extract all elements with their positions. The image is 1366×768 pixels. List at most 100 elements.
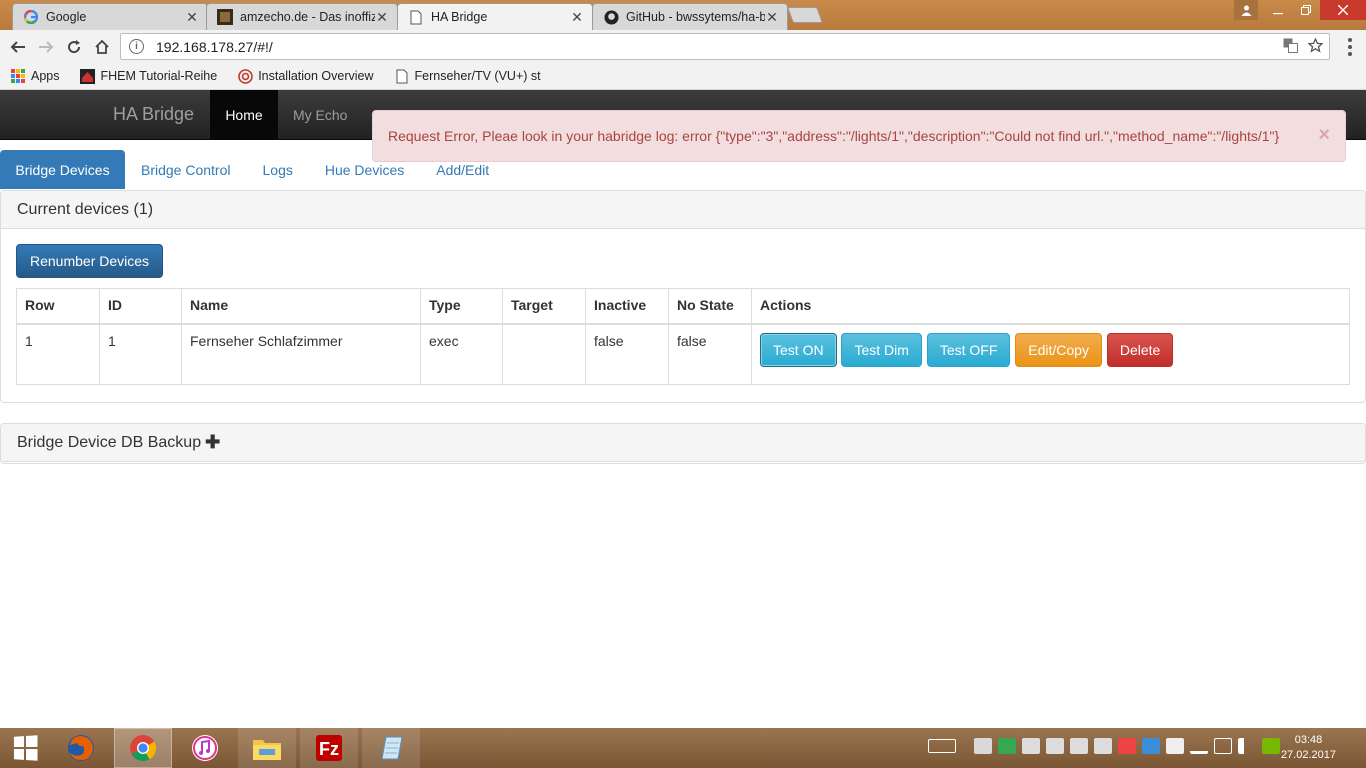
test-on-button[interactable]: Test ON — [760, 332, 837, 367]
close-icon[interactable]: ✕ — [185, 9, 199, 26]
tab-bridge-control[interactable]: Bridge Control — [125, 150, 247, 189]
close-icon[interactable]: ✕ — [765, 9, 779, 26]
brand-link[interactable]: HA Bridge — [113, 104, 194, 125]
windows-start-button[interactable] — [0, 728, 50, 768]
panel-title: Bridge Device DB Backup — [17, 433, 202, 451]
new-tab-button[interactable] — [787, 7, 823, 23]
windows-logo-icon — [13, 735, 38, 761]
alert-message: Request Error, Pleae look in your habrid… — [388, 128, 1280, 144]
forward-icon[interactable] — [32, 33, 60, 61]
test-off-button[interactable]: Test OFF — [926, 332, 1011, 367]
document-icon — [408, 9, 424, 25]
cell-row: 1 — [16, 323, 100, 385]
renumber-devices-button[interactable]: Renumber Devices — [16, 244, 164, 278]
close-icon[interactable]: ✕ — [570, 9, 584, 26]
windows-taskbar: Fz 03:48 27.02.2017 — [0, 728, 1366, 768]
minimize-icon[interactable] — [1264, 0, 1292, 20]
reload-icon[interactable] — [60, 33, 88, 61]
battery-icon[interactable] — [1214, 738, 1232, 754]
filezilla-icon[interactable]: Fz — [300, 728, 358, 768]
keyboard-icon[interactable] — [928, 739, 956, 753]
bookmark-label: FHEM Tutorial-Reihe — [100, 69, 218, 83]
info-icon[interactable]: i — [129, 39, 144, 54]
edit-copy-button[interactable]: Edit/Copy — [1015, 332, 1102, 367]
nvidia-icon[interactable] — [1262, 738, 1280, 754]
browser-tab-google[interactable]: Google ✕ — [12, 3, 208, 30]
network-share-icon[interactable] — [1094, 738, 1112, 754]
back-icon[interactable] — [4, 33, 32, 61]
chrome-icon[interactable] — [114, 728, 172, 768]
amzecho-icon — [217, 9, 233, 25]
browser-tab-ha-bridge[interactable]: HA Bridge ✕ — [397, 3, 593, 30]
column-header-target: Target — [502, 288, 586, 325]
bookmark-fernseher[interactable]: Fernseher/TV (VU+) st — [394, 68, 541, 84]
installation-icon — [237, 68, 253, 84]
address-bar[interactable]: i 192.168.178.27/#!/ — [120, 33, 1330, 60]
clock-date: 27.02.2017 — [1280, 749, 1336, 761]
user-profile-icon[interactable] — [1234, 0, 1258, 20]
fhem-icon — [80, 68, 96, 84]
network-share-icon[interactable] — [1070, 738, 1088, 754]
plus-icon[interactable]: ✚ — [205, 432, 220, 453]
test-dim-button[interactable]: Test Dim — [841, 332, 922, 367]
browser-tab-github[interactable]: GitHub - bwssytems/ha-b ✕ — [592, 3, 788, 30]
cell-inactive: false — [585, 323, 669, 385]
tab-bridge-devices[interactable]: Bridge Devices — [0, 150, 125, 189]
table-header-row: Row ID Name Type Target Inactive No Stat… — [16, 288, 1350, 325]
file-explorer-icon[interactable] — [238, 728, 296, 768]
column-header-name: Name — [181, 288, 421, 325]
document-icon — [394, 68, 410, 84]
nav-my-echo[interactable]: My Echo — [278, 90, 362, 140]
close-window-icon[interactable] — [1320, 0, 1366, 20]
browser-menu-icon[interactable] — [1342, 37, 1358, 57]
bookmark-apps[interactable]: Apps — [10, 68, 60, 84]
cell-type: exec — [420, 323, 503, 385]
bookmark-label: Fernseher/TV (VU+) st — [414, 69, 541, 83]
notepad-icon[interactable] — [362, 728, 420, 768]
clock-time: 03:48 — [1294, 734, 1323, 746]
panel-title: Current devices (1) — [1, 191, 1365, 229]
url-text: 192.168.178.27/#!/ — [156, 38, 273, 55]
delete-button[interactable]: Delete — [1106, 332, 1174, 367]
signal-icon[interactable] — [1190, 738, 1208, 754]
bookmark-installation[interactable]: Installation Overview — [237, 68, 374, 84]
restore-icon[interactable] — [1292, 0, 1320, 20]
db-backup-toggle[interactable]: Bridge Device DB Backup ✚ — [1, 424, 1365, 462]
flag-icon[interactable] — [1118, 738, 1136, 754]
alert-close-button[interactable]: × — [1318, 124, 1330, 147]
firefox-icon[interactable] — [52, 728, 110, 768]
home-icon[interactable] — [88, 33, 116, 61]
onedrive-icon[interactable] — [974, 738, 992, 754]
bookmark-fhem[interactable]: FHEM Tutorial-Reihe — [80, 68, 218, 84]
translate-icon[interactable] — [1283, 38, 1298, 57]
volume-icon[interactable] — [1238, 738, 1256, 754]
apps-grid-icon — [10, 68, 26, 84]
network-share-icon[interactable] — [1046, 738, 1064, 754]
browser-toolbar: i 192.168.178.27/#!/ — [0, 30, 1366, 63]
browser-tab-title: Google — [46, 10, 87, 24]
devices-table: Row ID Name Type Target Inactive No Stat… — [16, 288, 1350, 385]
usb-icon[interactable] — [1166, 738, 1184, 754]
taskbar-clock[interactable]: 03:48 27.02.2017 — [1281, 733, 1336, 763]
cell-id: 1 — [99, 323, 182, 385]
db-backup-panel: Bridge Device DB Backup ✚ — [0, 423, 1366, 464]
sync-icon[interactable] — [998, 738, 1016, 754]
itunes-icon[interactable] — [176, 728, 234, 768]
error-alert: Request Error, Pleae look in your habrid… — [372, 110, 1346, 162]
browser-tab-title: HA Bridge — [431, 10, 488, 24]
bookmark-star-icon[interactable] — [1307, 37, 1324, 57]
cell-no-state: false — [668, 323, 752, 385]
app-tray-icon[interactable] — [1142, 738, 1160, 754]
column-header-id: ID — [99, 288, 182, 325]
google-icon — [23, 9, 39, 25]
close-icon[interactable]: ✕ — [375, 9, 389, 26]
bookmark-label: Apps — [31, 69, 60, 83]
network-share-icon[interactable] — [1022, 738, 1040, 754]
browser-tab-amzecho[interactable]: amzecho.de - Das inoffiz ✕ — [206, 3, 398, 30]
nav-home[interactable]: Home — [210, 90, 278, 140]
bookmarks-bar: Apps FHEM Tutorial-Reihe Installation Ov… — [0, 63, 1366, 90]
tab-logs[interactable]: Logs — [247, 150, 309, 189]
column-header-actions: Actions — [751, 288, 1350, 325]
cell-actions: Test ON Test Dim Test OFF Edit/Copy Dele… — [751, 323, 1350, 385]
svg-text:Fz: Fz — [319, 739, 339, 759]
